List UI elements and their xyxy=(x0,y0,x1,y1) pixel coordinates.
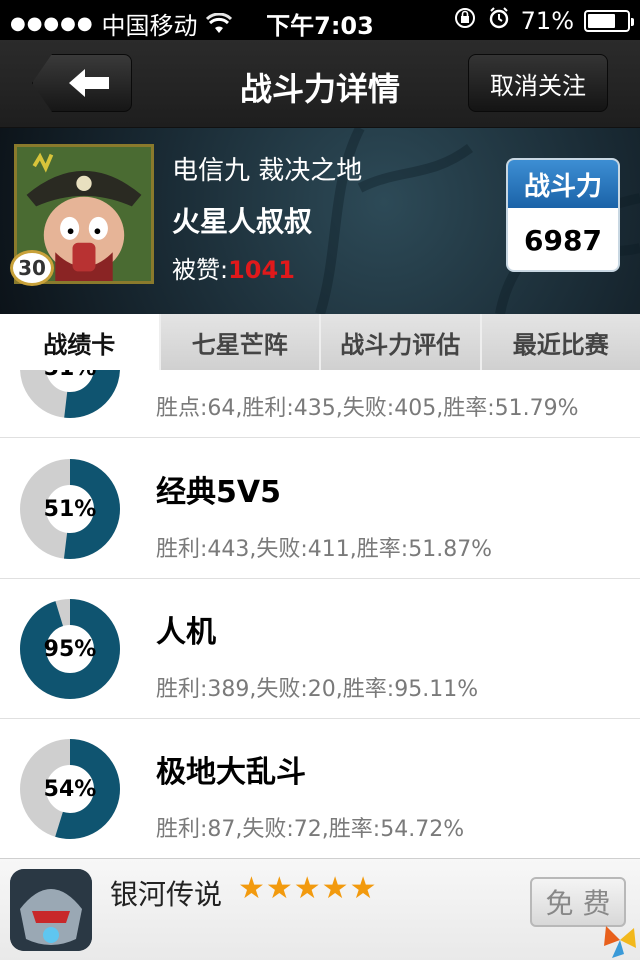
mode-name: 极地大乱斗 xyxy=(156,755,306,790)
rotation-lock-icon xyxy=(453,6,477,36)
level-badge: 30 xyxy=(10,250,54,286)
ad-banner[interactable]: 银河传说 ★★★★★ 免 费 xyxy=(0,858,640,960)
navigation-bar: 战斗力详情 取消关注 xyxy=(0,40,640,128)
profile-header: 30 电信九 裁决之地 火星人叔叔 被赞:1041 战斗力 6987 xyxy=(0,128,640,314)
tab-recent-matches[interactable]: 最近比赛 xyxy=(479,314,640,370)
list-item[interactable]: 95% 人机 胜利:389,失败:20,胜率:95.11% xyxy=(0,579,640,719)
record-list[interactable]: 51% 胜点:64,胜利:435,失败:405,胜率:51.79% 51% 经典… xyxy=(0,370,640,858)
butterfly-icon xyxy=(604,926,636,958)
win-rate-label: 51% xyxy=(43,496,97,522)
likes-label: 被赞: xyxy=(172,256,229,284)
mode-stats: 胜利:443,失败:411,胜率:51.87% xyxy=(156,537,493,562)
battery-icon xyxy=(584,10,634,32)
tab-power-evaluation[interactable]: 战斗力评估 xyxy=(319,314,480,370)
combat-power-box: 战斗力 6987 xyxy=(506,158,620,272)
server-name: 电信九 裁决之地 xyxy=(172,156,363,186)
mode-name: 经典5V5 xyxy=(156,475,281,510)
likes-count: 被赞:1041 xyxy=(172,250,295,285)
list-item[interactable]: 51% 胜点:64,胜利:435,失败:405,胜率:51.79% xyxy=(0,370,640,438)
alarm-icon xyxy=(487,6,511,36)
combat-power-label: 战斗力 xyxy=(508,160,618,208)
mode-name: 人机 xyxy=(156,615,216,650)
status-bar: ●●●●● 中国移动 下午7:03 71% xyxy=(0,0,640,40)
battery-percent: 71% xyxy=(520,7,574,35)
win-rate-ring: 54% xyxy=(20,739,120,839)
win-rate-ring: 51% xyxy=(20,370,120,418)
win-rate-ring: 95% xyxy=(20,599,120,699)
list-item[interactable]: 54% 极地大乱斗 胜利:87,失败:72,胜率:54.72% xyxy=(0,719,640,858)
list-item[interactable]: 51% 经典5V5 胜利:443,失败:411,胜率:51.87% xyxy=(0,439,640,579)
mode-stats: 胜利:389,失败:20,胜率:95.11% xyxy=(156,677,479,702)
player-nickname: 火星人叔叔 xyxy=(172,205,313,238)
win-rate-label: 54% xyxy=(43,776,97,802)
win-rate-label: 51% xyxy=(20,370,120,418)
likes-value: 1041 xyxy=(228,256,295,284)
tab-record-card[interactable]: 战绩卡 xyxy=(0,314,159,370)
rating-stars-icon: ★★★★★ xyxy=(238,871,378,906)
ad-app-title: 银河传说 xyxy=(110,878,223,911)
mode-stats: 胜点:64,胜利:435,失败:405,胜率:51.79% xyxy=(156,396,579,421)
robot-helmet-icon xyxy=(10,869,92,951)
mode-stats: 胜利:87,失败:72,胜率:54.72% xyxy=(156,817,465,842)
win-rate-ring: 51% xyxy=(20,459,120,559)
tab-seven-star[interactable]: 七星芒阵 xyxy=(158,314,319,370)
unfollow-button[interactable]: 取消关注 xyxy=(468,54,608,112)
combat-power-value: 6987 xyxy=(524,223,602,257)
app-icon[interactable] xyxy=(10,869,92,951)
win-rate-label: 95% xyxy=(43,636,97,662)
status-right: 71% xyxy=(453,6,634,36)
tab-bar: 战绩卡 七星芒阵 战斗力评估 最近比赛 xyxy=(0,314,640,370)
